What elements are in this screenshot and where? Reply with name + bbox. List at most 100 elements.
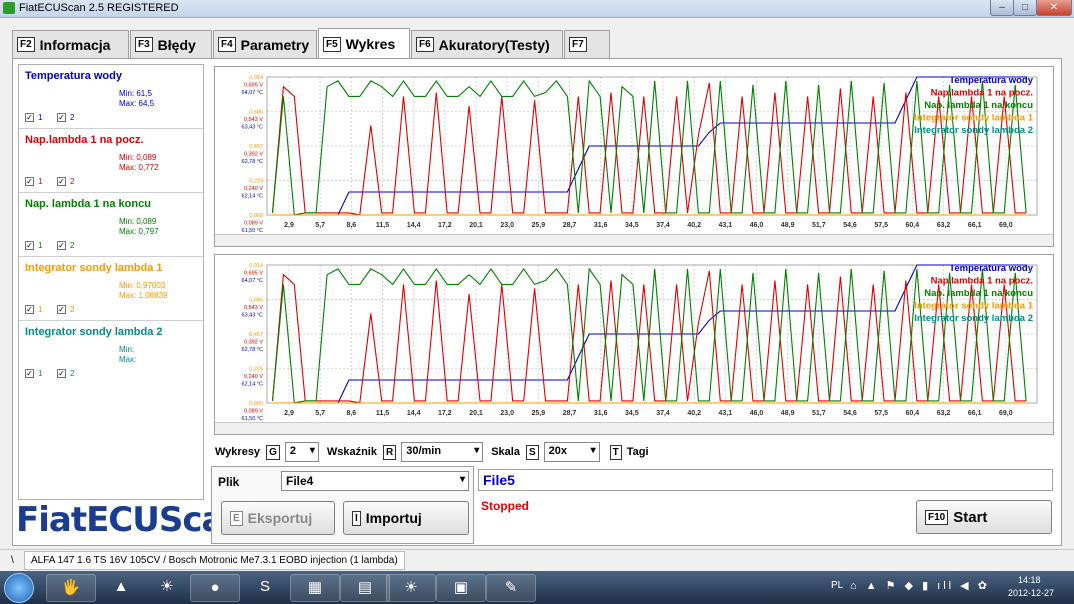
x-tick-label: 57,5 [874, 410, 888, 417]
y-tick-label: 62,14 °C [242, 382, 263, 388]
x-tick-label: 28,7 [563, 222, 577, 229]
checkbox-box[interactable]: ✓ [25, 305, 34, 314]
taskbar-app-icon[interactable]: ▲ [96, 574, 146, 602]
explorer-icon[interactable]: ▤ [340, 574, 390, 602]
chart-1-panel: 2,9 5,7 8,6 11,5 14,4 17,2 20,1 23,0 25,9 28,7 31,… [214, 66, 1054, 247]
legend-name: Integrator sondy lambda 2 [25, 326, 163, 338]
wskaznik-select[interactable]: 30/min [401, 442, 484, 462]
x-tick-label: 14,4 [407, 222, 421, 229]
chart-2-scrollbar[interactable] [215, 422, 1053, 434]
y-tick-label: 0,457 [249, 144, 263, 150]
language-indicator[interactable]: PL [831, 580, 843, 591]
checkbox-box[interactable]: ✓ [57, 369, 66, 378]
checkbox-label: 1 [38, 305, 43, 314]
tagi-key[interactable]: T [609, 444, 622, 460]
chart-legend-entry: Integrator sondy lambda 1 [914, 301, 1033, 312]
chart1-checkbox[interactable]: ✓ 1 [25, 369, 42, 378]
tab-wykres[interactable]: F5 Wykres [318, 28, 410, 59]
maximize-button[interactable]: □ [1013, 0, 1037, 16]
chart2-checkbox[interactable]: ✓ 2 [57, 113, 74, 122]
taskbar-app-icon[interactable]: 🖐 [46, 574, 96, 602]
chart2-checkbox[interactable]: ✓ 2 [57, 177, 74, 186]
start-button[interactable]: F10 Start [916, 500, 1052, 534]
wskaznik-key[interactable]: R [382, 444, 397, 460]
checkbox-box[interactable]: ✓ [25, 241, 34, 250]
chart-legend-entry: Nap. lambda 1 na koncu [924, 100, 1033, 111]
wykresy-key[interactable]: G [266, 444, 280, 460]
checkbox-box[interactable]: ✓ [25, 177, 34, 186]
x-tick-label: 17,2 [438, 410, 452, 417]
checkbox-box[interactable]: ✓ [25, 113, 34, 122]
x-tick-label: 11,5 [376, 222, 389, 229]
chart2-checkbox[interactable]: ✓ 2 [57, 305, 74, 314]
plik-select[interactable]: File4 [281, 471, 469, 491]
legend-name: Nap. lambda 1 na koncu [25, 198, 151, 210]
x-tick-label: 37,4 [656, 222, 670, 229]
tab-label: Akuratory(Testy) [438, 36, 550, 53]
checkbox-label: 1 [38, 369, 43, 378]
skala-key[interactable]: S [525, 444, 539, 460]
chart-legend-entry: Integrator sondy lambda 1 [914, 113, 1033, 124]
legend-max: Max: 0,772 [119, 163, 159, 172]
plik-label: Plik [218, 475, 240, 489]
y-tick-label: 0,543 V [244, 117, 263, 123]
x-tick-label: 5,7 [315, 410, 325, 417]
x-tick-label: 43,1 [719, 410, 733, 417]
y-tick-label: 0,457 [249, 332, 263, 338]
skype-icon[interactable]: S [240, 574, 290, 602]
x-tick-label: 23,0 [500, 222, 514, 229]
eksportuj-button[interactable]: E Eksportuj [221, 501, 335, 535]
chart2-checkbox[interactable]: ✓ 2 [57, 369, 74, 378]
x-tick-label: 34,5 [625, 410, 639, 417]
wskaznik-label: Wskaźnik [326, 446, 377, 458]
tray-icons[interactable]: ⌂ ▲ ⚑ ◆ ▮ ıll ◀ ✿ [850, 579, 990, 592]
tab-bledy[interactable]: F3 Błędy [130, 30, 212, 58]
chart-legend-entry: Integrator sondy lambda 2 [914, 125, 1033, 136]
firefox-icon[interactable]: ● [190, 574, 240, 602]
chart-legend-entry: Temperatura wody [949, 75, 1033, 86]
clock-time[interactable]: 14:18 [1018, 575, 1041, 585]
taskbar-app-icon[interactable]: ▦ [290, 574, 340, 602]
checkbox-label: 2 [70, 305, 75, 314]
y-tick-label: 0,089 V [244, 221, 263, 227]
skala-label: Skala [491, 446, 520, 458]
x-tick-label: 2,9 [284, 410, 294, 417]
chart-1-scrollbar[interactable] [215, 234, 1053, 246]
x-tick-label: 54,6 [843, 222, 857, 229]
tab-f7[interactable]: F7 [564, 30, 610, 58]
chart1-checkbox[interactable]: ✓ 1 [25, 241, 42, 250]
close-button[interactable]: ✕ [1036, 0, 1072, 16]
x-tick-label: 31,6 [594, 222, 608, 229]
taskbar-app-icon[interactable]: ☀ [142, 574, 192, 602]
skala-select[interactable]: 20x [543, 442, 600, 462]
chart1-checkbox[interactable]: ✓ 1 [25, 305, 42, 314]
checkbox-box[interactable]: ✓ [57, 305, 66, 314]
checkbox-label: 2 [70, 241, 75, 250]
series-line [271, 79, 1027, 216]
tab-akuratory[interactable]: F6 Akuratory(Testy) [411, 30, 563, 58]
taskbar-app-icon[interactable]: ☀ [386, 574, 436, 602]
chart-legend-entry: Nap. lambda 1 na koncu [924, 288, 1033, 299]
x-tick-label: 20,1 [469, 410, 483, 417]
tab-parametry[interactable]: F4 Parametry [213, 30, 317, 58]
chart1-checkbox[interactable]: ✓ 1 [25, 113, 42, 122]
minimize-button[interactable]: – [990, 0, 1014, 16]
x-tick-label: 2,9 [284, 222, 294, 229]
checkbox-label: 2 [70, 113, 75, 122]
tab-informacja[interactable]: F2 Informacja [12, 30, 129, 58]
chart2-checkbox[interactable]: ✓ 2 [57, 241, 74, 250]
importuj-button[interactable]: I Importuj [343, 501, 469, 535]
fiatecuscan-taskbar-icon[interactable]: ▣ [436, 574, 486, 602]
checkbox-box[interactable]: ✓ [57, 113, 66, 122]
wykresy-select[interactable]: 2 [284, 442, 319, 462]
checkbox-box[interactable]: ✓ [25, 369, 34, 378]
checkbox-box[interactable]: ✓ [57, 177, 66, 186]
legend-min: Min: [119, 345, 135, 354]
start-orb-icon[interactable] [4, 573, 34, 603]
paint-icon[interactable]: ✎ [486, 574, 536, 602]
clock-date[interactable]: 2012-12-27 [1008, 588, 1054, 598]
checkbox-box[interactable]: ✓ [57, 241, 66, 250]
app-icon [3, 2, 15, 14]
chart1-checkbox[interactable]: ✓ 1 [25, 177, 42, 186]
x-tick-label: 63,2 [937, 410, 951, 417]
